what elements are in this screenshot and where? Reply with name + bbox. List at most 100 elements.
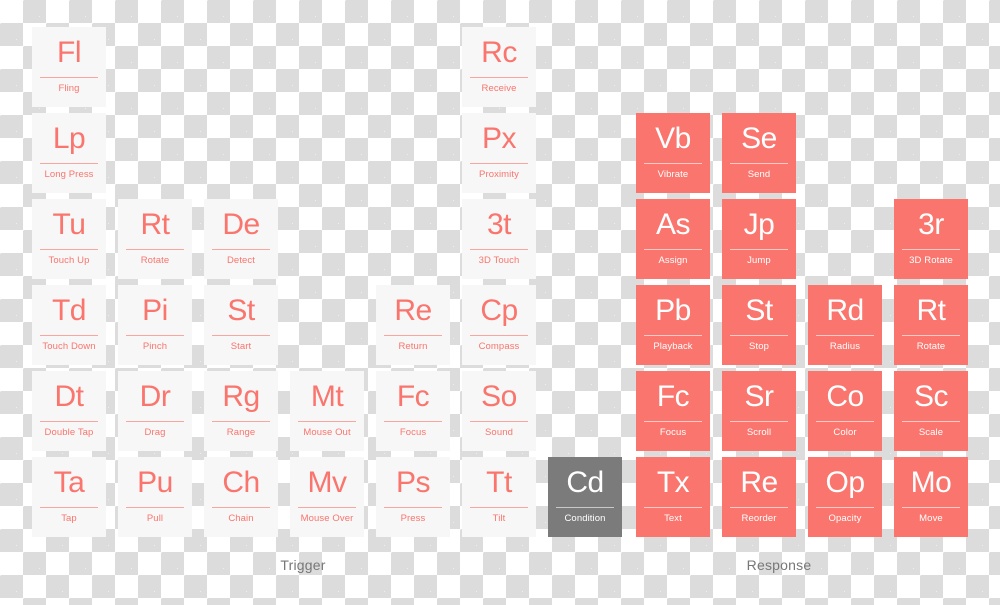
tile-divider — [298, 507, 356, 508]
response-tile-opacity[interactable]: Op Opacity — [808, 457, 882, 537]
tile-symbol: Rt — [916, 294, 947, 327]
trigger-tile-chain[interactable]: Ch Chain — [204, 457, 278, 537]
tile-label: Range — [226, 427, 256, 438]
tile-divider — [126, 421, 184, 422]
response-tile-scale[interactable]: Sc Scale — [894, 371, 968, 451]
trigger-tile-tap[interactable]: Ta Tap — [32, 457, 106, 537]
tile-divider — [644, 163, 702, 164]
trigger-tile-pull[interactable]: Pu Pull — [118, 457, 192, 537]
tile-divider — [40, 163, 98, 164]
response-tile-stop[interactable]: St Stop — [722, 285, 796, 365]
tile-label: Send — [747, 169, 771, 180]
tile-symbol: De — [222, 208, 260, 241]
trigger-tile-rotate[interactable]: Rt Rotate — [118, 199, 192, 279]
tile-label: Tilt — [492, 513, 506, 524]
trigger-tile-sound[interactable]: So Sound — [462, 371, 536, 451]
trigger-tile-return[interactable]: Re Return — [376, 285, 450, 365]
tile-symbol: Rc — [481, 36, 517, 69]
tile-divider — [902, 335, 960, 336]
tile-divider — [40, 335, 98, 336]
trigger-tile-proximity[interactable]: Px Proximity — [462, 113, 536, 193]
tile-divider — [730, 507, 788, 508]
tile-divider — [470, 421, 528, 422]
response-tile-reorder[interactable]: Re Reorder — [722, 457, 796, 537]
tile-symbol: Fl — [57, 36, 82, 69]
tile-label: 3D Touch — [478, 255, 520, 266]
tile-label: Pull — [146, 513, 164, 524]
tile-symbol: Fc — [656, 380, 690, 413]
response-tile-3d-rotate[interactable]: 3r 3D Rotate — [894, 199, 968, 279]
response-tile-focus[interactable]: Fc Focus — [636, 371, 710, 451]
tile-label: Assign — [658, 255, 688, 266]
trigger-tile-press[interactable]: Ps Press — [376, 457, 450, 537]
trigger-tile-compass[interactable]: Cp Compass — [462, 285, 536, 365]
trigger-tile-fling[interactable]: Fl Fling — [32, 27, 106, 107]
tile-symbol: Dt — [54, 380, 85, 413]
tile-divider — [470, 507, 528, 508]
tile-label: Start — [230, 341, 252, 352]
trigger-tile-receive[interactable]: Rc Receive — [462, 27, 536, 107]
tile-label: Opacity — [828, 513, 862, 524]
response-tile-playback[interactable]: Pb Playback — [636, 285, 710, 365]
trigger-tile-focus[interactable]: Fc Focus — [376, 371, 450, 451]
tile-label: Scale — [918, 427, 944, 438]
trigger-tile-long-press[interactable]: Lp Long Press — [32, 113, 106, 193]
trigger-tile-touch-down[interactable]: Td Touch Down — [32, 285, 106, 365]
tile-label: Tap — [61, 513, 77, 524]
response-tile-color[interactable]: Co Color — [808, 371, 882, 451]
tile-label: Text — [664, 513, 682, 524]
tile-divider — [212, 249, 270, 250]
tile-symbol: Sr — [744, 380, 775, 413]
trigger-tile-pinch[interactable]: Pi Pinch — [118, 285, 192, 365]
response-tile-rotate[interactable]: Rt Rotate — [894, 285, 968, 365]
response-tile-jump[interactable]: Jp Jump — [722, 199, 796, 279]
trigger-tile-tilt[interactable]: Tt Tilt — [462, 457, 536, 537]
tile-label: Condition — [564, 513, 606, 524]
tile-label: Long Press — [44, 169, 94, 180]
tile-divider — [902, 507, 960, 508]
response-tile-move[interactable]: Mo Move — [894, 457, 968, 537]
tile-divider — [40, 507, 98, 508]
tile-label: Detect — [226, 255, 256, 266]
trigger-tile-detect[interactable]: De Detect — [204, 199, 278, 279]
tile-label: Chain — [228, 513, 254, 524]
tile-divider — [644, 421, 702, 422]
trigger-tile-drag[interactable]: Dr Drag — [118, 371, 192, 451]
response-tile-assign[interactable]: As Assign — [636, 199, 710, 279]
tile-divider — [902, 249, 960, 250]
tile-divider — [730, 163, 788, 164]
tile-label: Touch Up — [48, 255, 90, 266]
tile-label: Move — [919, 513, 943, 524]
tile-label: Reorder — [741, 513, 777, 524]
tile-symbol: Cp — [480, 294, 518, 327]
response-tile-vibrate[interactable]: Vb Vibrate — [636, 113, 710, 193]
tile-symbol: 3r — [918, 208, 944, 241]
trigger-tile-start[interactable]: St Start — [204, 285, 278, 365]
trigger-tile-mouse-over[interactable]: Mv Mouse Over — [290, 457, 364, 537]
tile-divider — [40, 77, 98, 78]
tile-label: Jump — [747, 255, 771, 266]
tile-divider — [40, 421, 98, 422]
tile-symbol: St — [745, 294, 773, 327]
trigger-tile-range[interactable]: Rg Range — [204, 371, 278, 451]
tile-divider — [556, 507, 614, 508]
condition-tile-condition[interactable]: Cd Condition — [548, 457, 622, 537]
trigger-tile-double-tap[interactable]: Dt Double Tap — [32, 371, 106, 451]
trigger-tile-3d-touch[interactable]: 3t 3D Touch — [462, 199, 536, 279]
tile-label: Press — [400, 513, 426, 524]
tile-divider — [212, 421, 270, 422]
trigger-tile-touch-up[interactable]: Tu Touch Up — [32, 199, 106, 279]
tile-label: Playback — [653, 341, 693, 352]
response-tile-radius[interactable]: Rd Radius — [808, 285, 882, 365]
trigger-tile-mouse-out[interactable]: Mt Mouse Out — [290, 371, 364, 451]
tile-label: Fling — [58, 83, 80, 94]
response-tile-text[interactable]: Tx Text — [636, 457, 710, 537]
tile-label: Focus — [399, 427, 427, 438]
tile-divider — [816, 335, 874, 336]
tile-symbol: Se — [741, 122, 777, 155]
response-tile-send[interactable]: Se Send — [722, 113, 796, 193]
tile-divider — [470, 163, 528, 164]
response-tile-scroll[interactable]: Sr Scroll — [722, 371, 796, 451]
tile-symbol: Vb — [655, 122, 691, 155]
tile-divider — [644, 335, 702, 336]
